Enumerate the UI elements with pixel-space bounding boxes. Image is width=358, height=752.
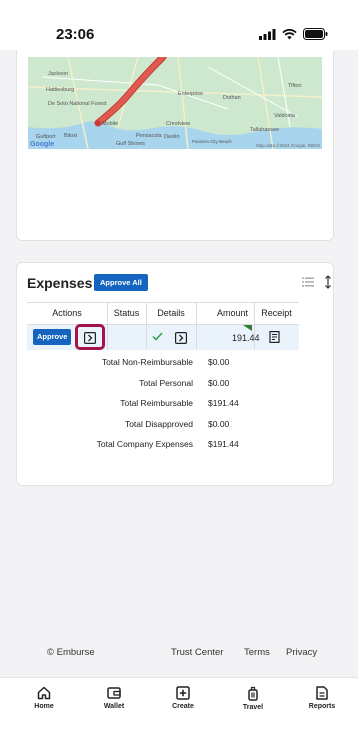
map-label: Pensacola	[136, 133, 162, 139]
copyright-text: © Emburse	[47, 647, 95, 658]
flag-icon	[243, 325, 252, 331]
expenses-card: Expenses Approve All Actions Status Deta…	[16, 262, 334, 486]
total-row: Total Personal $0.00	[17, 378, 333, 398]
expand-row-icon[interactable]	[84, 332, 96, 344]
route-map[interactable]: Jackson Enterprise Dothan Tifton Mobile …	[28, 57, 322, 149]
total-value: $191.44	[208, 398, 239, 408]
map-label: Crestview	[166, 121, 191, 127]
map-label: Enterprise	[178, 91, 204, 97]
map-label: Gulfport	[36, 134, 56, 140]
total-row: Total Non-Reimbursable $0.00	[17, 357, 333, 377]
sort-icon[interactable]	[324, 275, 332, 289]
map-label: Tallahassee	[250, 127, 280, 133]
map-label: Tifton	[288, 83, 302, 89]
map-label: Dothan	[223, 95, 241, 101]
luggage-icon	[248, 686, 258, 701]
wallet-icon	[107, 687, 121, 699]
status-bar: 23:06	[0, 0, 358, 50]
map-label: Mobile	[102, 121, 119, 127]
google-logo: Google	[30, 141, 55, 148]
expenses-table: Actions Status Details Amount Receipt Ap…	[27, 302, 299, 350]
map-label: De Soto National Forest	[48, 101, 107, 107]
status-icons	[259, 28, 328, 40]
cellular-signal-icon	[259, 28, 276, 40]
column-header-receipt: Receipt	[261, 308, 292, 318]
total-row: Total Company Expenses $191.44	[17, 439, 333, 459]
map-label: Destin	[164, 134, 180, 140]
nav-item-create[interactable]: Create	[153, 686, 213, 710]
map-label: Hattiesburg	[46, 87, 75, 93]
trip-map-card: Jackson Enterprise Dothan Tifton Mobile …	[16, 50, 334, 241]
nav-item-home[interactable]: Home	[14, 686, 74, 710]
column-header-details: Details	[157, 308, 185, 318]
wifi-icon	[282, 28, 297, 39]
expenses-title: Expenses	[27, 275, 93, 291]
home-icon	[37, 686, 51, 700]
total-value: $0.00	[208, 418, 230, 429]
total-row: Total Disapproved $0.00	[17, 419, 333, 439]
nav-label: Wallet	[103, 703, 125, 710]
total-label: Total Non-Reimbursable	[101, 357, 193, 367]
approve-all-button[interactable]: Approve All	[94, 274, 148, 291]
column-header-status: Status	[113, 308, 140, 318]
total-value: $0.00	[208, 377, 230, 388]
terms-link[interactable]: Terms	[244, 647, 270, 658]
map-label: Gulf Shores	[116, 141, 146, 147]
total-row: Total Reimbursable $191.44	[17, 398, 333, 418]
plus-square-icon	[176, 686, 190, 700]
nav-item-travel[interactable]: Travel	[223, 686, 283, 711]
trust-center-link[interactable]: Trust Center	[171, 647, 223, 658]
expense-amount: 191.44	[232, 333, 260, 343]
nav-label: Create	[172, 703, 194, 710]
total-label: Total Company Expenses	[96, 439, 193, 449]
map-label: Panama City Beach	[192, 139, 232, 144]
nav-label: Home	[34, 703, 54, 710]
total-label: Total Reimbursable	[120, 398, 193, 408]
bottom-nav: Home Wallet Create Travel Reports	[0, 677, 358, 752]
report-icon	[316, 686, 328, 700]
check-icon	[152, 332, 163, 341]
nav-item-wallet[interactable]: Wallet	[84, 686, 144, 710]
total-value: $191.44	[208, 439, 239, 449]
table-divider	[27, 324, 299, 325]
map-attribution: Map data ©2024 Google, INEGI	[256, 143, 320, 148]
column-header-actions: Actions	[52, 308, 82, 318]
details-icon[interactable]	[175, 332, 187, 344]
approve-button[interactable]: Approve	[33, 329, 72, 345]
nav-label: Travel	[242, 704, 264, 711]
total-value: $0.00	[208, 357, 230, 367]
total-label: Total Personal	[139, 377, 193, 388]
privacy-link[interactable]: Privacy	[286, 647, 317, 658]
list-view-icon[interactable]	[302, 277, 314, 287]
receipt-icon[interactable]	[269, 331, 280, 343]
battery-icon	[303, 28, 328, 40]
map-label: Jackson	[48, 71, 69, 77]
column-header-amount: Amount	[216, 308, 248, 318]
nav-label: Reports	[308, 703, 336, 710]
status-time: 23:06	[56, 26, 95, 43]
footer: © Emburse Trust Center Terms Privacy	[0, 647, 358, 663]
map-label: Valdosta	[274, 113, 295, 119]
nav-item-reports[interactable]: Reports	[292, 686, 352, 710]
total-label: Total Disapproved	[124, 418, 193, 429]
map-label: Biloxi	[64, 133, 78, 139]
